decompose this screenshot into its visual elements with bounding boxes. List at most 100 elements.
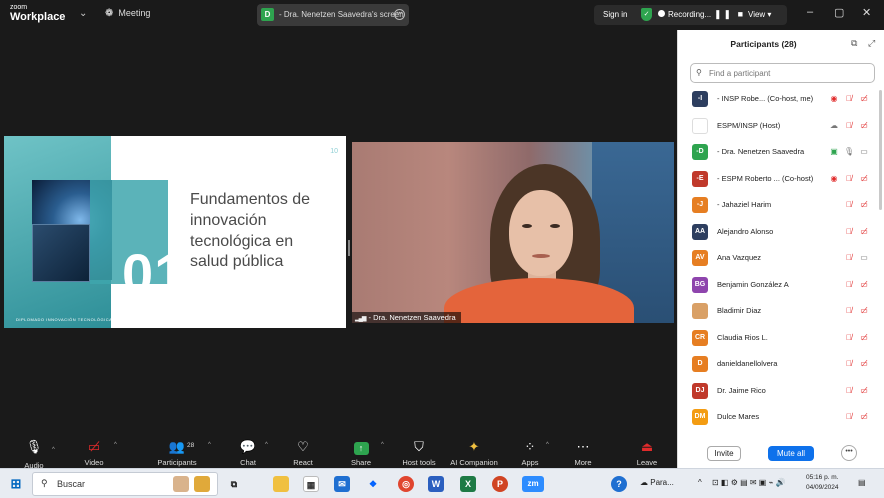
mic-muted-icon[interactable]: 🎙̸ — [844, 253, 854, 262]
participant-row[interactable]: -D - Dra. Nenetzen Saavedra ▣ 🎙 ▭ — [678, 140, 884, 166]
mail-icon[interactable]: ✉ — [334, 476, 350, 492]
video-off-icon[interactable]: ▭̸ — [859, 280, 869, 289]
powerpoint-icon[interactable]: P — [492, 476, 508, 492]
participant-row[interactable]: -E - ESPM Roberto ... (Co-host) ◉ 🎙̸ ▭̸ — [678, 167, 884, 193]
mic-muted-icon[interactable]: 🎙̸ — [844, 386, 854, 395]
video-off-icon[interactable]: ▭̸ — [859, 227, 869, 236]
chevron-down-icon[interactable]: ⌄ — [79, 8, 87, 19]
chrome-icon[interactable]: ◎ — [398, 476, 414, 492]
participant-row[interactable]: -J - Jahaziel Harim 🎙̸ ▭̸ — [678, 193, 884, 219]
video-off-icon[interactable]: ▭̸ — [859, 121, 869, 130]
excel-icon[interactable]: X — [460, 476, 476, 492]
more-button[interactable]: ⋯ More — [570, 438, 596, 467]
video-off-icon[interactable]: ▭̸ — [859, 386, 869, 395]
notification-icon[interactable]: ▤ — [858, 478, 866, 487]
more-options-icon[interactable]: ••• — [394, 9, 405, 20]
invite-button[interactable]: Invite — [707, 446, 741, 461]
chevron-up-icon[interactable]: ^ — [546, 442, 549, 448]
task-view-icon[interactable]: ⧉ — [226, 476, 242, 492]
participant-row[interactable]: -I - INSP Robe... (Co-host, me) ◉ 🎙̸ ▭̸ — [678, 87, 884, 113]
meeting-info-button[interactable]: ❁ Meeting — [105, 8, 150, 19]
mic-muted-icon[interactable]: 🎙̸ — [844, 121, 854, 130]
participant-list-scrollbar[interactable] — [879, 90, 882, 210]
minimize-icon[interactable]: – — [807, 6, 813, 18]
video-icon[interactable]: ▭ — [859, 253, 869, 262]
help-icon[interactable]: ? — [611, 476, 627, 492]
screen-share-indicator[interactable]: D - Dra. Nenetzen Saavedra's screen ••• — [257, 4, 409, 26]
host-tools-button[interactable]: ⛉ Host tools — [398, 438, 440, 467]
store-icon[interactable]: ▦ — [303, 476, 319, 492]
participant-row[interactable]: DJ Dr. Jaime Rico 🎙̸ ▭̸ — [678, 379, 884, 405]
video-off-icon[interactable]: ▭̸ — [859, 333, 869, 342]
widget-thumbnail-icon[interactable] — [194, 476, 210, 492]
zoom-taskbar-icon[interactable]: zm — [522, 476, 544, 492]
video-off-icon[interactable]: ▭̸ — [859, 94, 869, 103]
chevron-up-icon[interactable]: ^ — [52, 442, 55, 459]
video-off-icon[interactable]: ▭̸ — [859, 174, 869, 183]
speaker-video-tile[interactable]: ▂▄▆ - Dra. Nenetzen Saavedra — [352, 142, 674, 323]
participant-row[interactable]: AV Ana Vazquez 🎙̸ ▭ — [678, 246, 884, 272]
dropbox-icon[interactable]: ❖ — [365, 476, 381, 492]
popout-icon[interactable]: ⧉ — [851, 38, 857, 49]
leave-button[interactable]: ⏏ Leave — [634, 438, 660, 467]
maximize-icon[interactable]: ▢ — [834, 6, 844, 19]
view-button[interactable]: View ▾ — [748, 10, 771, 19]
chevron-up-icon[interactable]: ^ — [114, 442, 117, 448]
chevron-up-icon[interactable]: ^ — [265, 442, 268, 448]
mic-muted-icon[interactable]: 🎙̸ — [844, 412, 854, 421]
video-button[interactable]: ▭̸ Video ^ — [78, 438, 116, 467]
video-off-icon[interactable]: ▭̸ — [859, 359, 869, 368]
mic-muted-icon[interactable]: 🎙̸ — [844, 200, 854, 209]
react-button[interactable]: ♡ React — [288, 438, 318, 467]
chevron-up-icon[interactable]: ^ — [381, 442, 384, 448]
audio-button[interactable]: 🎙 Audio ^ — [18, 438, 54, 470]
split-view-divider-handle[interactable] — [348, 240, 350, 256]
chat-button[interactable]: 💬 Chat ^ — [235, 438, 268, 467]
tray-overflow-icon[interactable]: ^ — [698, 478, 702, 487]
rec-icon[interactable]: ◉ — [829, 94, 839, 103]
mic-muted-icon[interactable]: 🎙̸ — [844, 94, 854, 103]
panel-collapse-icon[interactable]: ⤢ — [868, 38, 875, 49]
share-button[interactable]: ↑ Share ^ — [346, 438, 384, 467]
mic-muted-icon[interactable]: 🎙̸ — [844, 333, 854, 342]
share-icon[interactable]: ▣ — [829, 147, 839, 156]
close-icon[interactable]: ✕ — [862, 6, 871, 19]
cloud-icon[interactable]: ☁ — [829, 121, 839, 130]
participant-row[interactable]: AA Alejandro Alonso 🎙̸ ▭̸ — [678, 220, 884, 246]
participant-row[interactable]: Bladimir Diaz 🎙̸ ▭̸ — [678, 299, 884, 325]
mic-muted-icon[interactable]: 🎙̸ — [844, 306, 854, 315]
shield-check-icon[interactable]: ✓ — [641, 8, 652, 21]
chevron-up-icon[interactable]: ^ — [208, 442, 211, 448]
participant-row[interactable]: Ddanieldanellolvera 🎙̸ ▭̸ — [678, 352, 884, 378]
participant-row[interactable]: DM Dulce Mares 🎙̸ ▭̸ — [678, 405, 884, 431]
word-icon[interactable]: W — [428, 476, 444, 492]
ai-companion-button[interactable]: ✦ AI Companion — [448, 438, 500, 467]
file-explorer-icon[interactable] — [273, 476, 289, 492]
participants-button[interactable]: 👥 28 Participants ^ — [152, 438, 210, 467]
video-icon[interactable]: ▭ — [859, 147, 869, 156]
windows-start-icon[interactable]: ⊞ — [8, 476, 24, 492]
more-options-button[interactable]: ••• — [841, 445, 857, 461]
pause-stop-recording-controls[interactable]: ❚❚ ■ — [714, 9, 745, 20]
mic-muted-icon[interactable]: 🎙̸ — [844, 280, 854, 289]
taskbar-search-box[interactable]: ⚲ Buscar — [32, 472, 218, 496]
participant-search-input[interactable]: ⚲ Find a participant — [690, 63, 875, 83]
participant-row[interactable]: CR Claudia Rios L. 🎙̸ ▭̸ — [678, 326, 884, 352]
widget-thumbnail-icon[interactable] — [173, 476, 189, 492]
video-off-icon[interactable]: ▭̸ — [859, 412, 869, 421]
mic-muted-icon[interactable]: 🎙̸ — [844, 359, 854, 368]
apps-button[interactable]: ⁘ Apps ^ — [518, 438, 548, 467]
video-off-icon[interactable]: ▭̸ — [859, 306, 869, 315]
participant-row[interactable]: ESPM/INSP (Host) ☁ 🎙̸ ▭̸ — [678, 114, 884, 140]
taskbar-clock[interactable]: 05:16 p. m. 04/09/2024 — [806, 473, 839, 493]
video-off-icon[interactable]: ▭̸ — [859, 200, 869, 209]
rec-icon[interactable]: ◉ — [829, 174, 839, 183]
mute-all-button[interactable]: Mute all — [768, 446, 814, 461]
tray-icons[interactable]: ⊡ ◧ ⚙ ▤ ✉ ▣ ⌁ 🔊 — [712, 478, 786, 487]
mic-icon[interactable]: 🎙 — [844, 147, 854, 156]
mic-muted-icon[interactable]: 🎙̸ — [844, 227, 854, 236]
participant-row[interactable]: BG Benjamin González A 🎙̸ ▭̸ — [678, 273, 884, 299]
weather-widget[interactable]: ☁ Para... — [640, 478, 674, 487]
mic-muted-icon[interactable]: 🎙̸ — [844, 174, 854, 183]
sign-in-link[interactable]: Sign in — [603, 10, 627, 19]
